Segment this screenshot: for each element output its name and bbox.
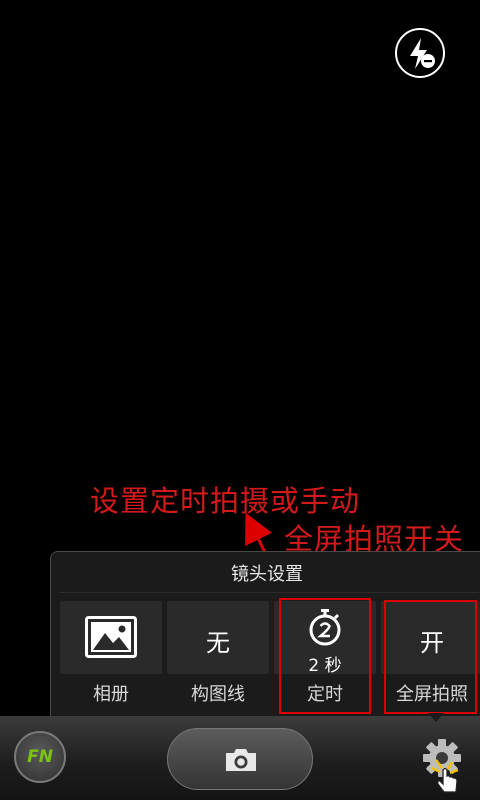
fullscreen-highlight	[384, 600, 477, 714]
divider	[59, 592, 479, 593]
camera-icon	[226, 749, 256, 771]
gallery-label: 相册	[93, 684, 129, 705]
tap-hand-icon	[431, 759, 459, 793]
grid-lines-tile[interactable]: 无	[167, 601, 269, 674]
grid-lines-label: 构图线	[191, 684, 245, 705]
fn-button[interactable]: FN	[14, 731, 66, 783]
shutter-button[interactable]	[167, 728, 313, 790]
panel-title: 镜头设置	[231, 564, 303, 585]
panel-caret	[428, 713, 444, 722]
gallery-icon	[85, 616, 137, 658]
timer-highlight	[279, 598, 371, 714]
gallery-tile[interactable]	[60, 601, 162, 674]
grid-lines-value: 无	[206, 629, 230, 657]
settings-button[interactable]	[420, 736, 466, 798]
